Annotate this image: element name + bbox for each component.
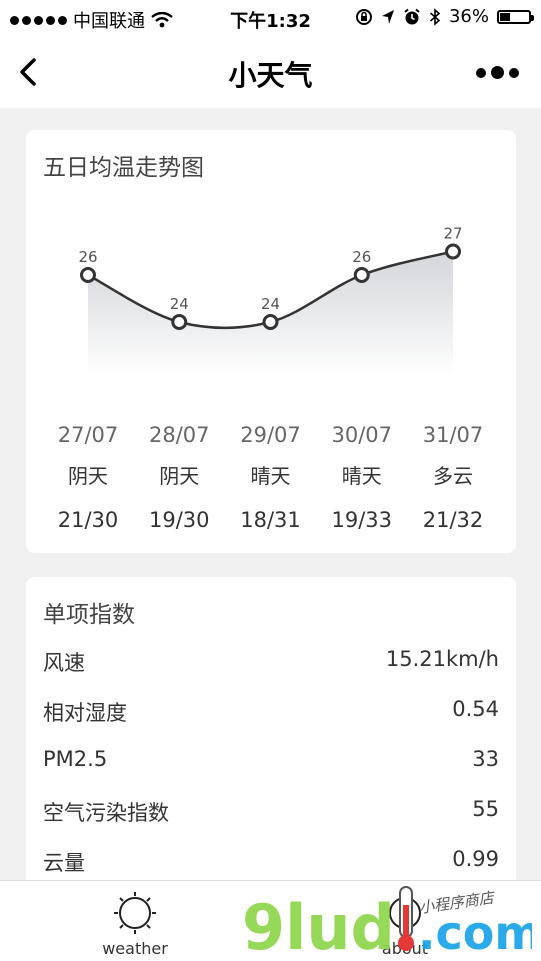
- status-bar: 中国联通 下午1:32 36%: [0, 0, 541, 36]
- temperature-trend-chart: 26 24 24 26 27 27/07 28/07 29/07 30/07 31/07 阴天 阴天 晴…: [58, 225, 484, 533]
- index-card: 单项指数 风速 15.21km/h 相对湿度 0.54 PM2.5 33 空气污…: [26, 577, 516, 897]
- index-row-humidity: 相对湿度 0.54: [43, 697, 499, 737]
- sun-icon: [114, 892, 156, 934]
- chart-data-label: 24: [261, 295, 280, 313]
- index-card-title: 单项指数: [43, 602, 135, 628]
- index-row-pm25: PM2.5 33: [43, 747, 499, 787]
- forecast-temp-range: 19/33: [331, 508, 392, 532]
- index-row-aqi: 空气污染指数 55: [43, 797, 499, 837]
- chart-tick-label-date: 31/07: [423, 423, 484, 447]
- chart-point: [80, 267, 96, 283]
- nav-bar: 小天气: [0, 36, 541, 108]
- forecast-weather-label: 阴天: [68, 464, 108, 488]
- status-right: 36%: [355, 6, 534, 27]
- chart-data-label: 24: [170, 295, 189, 313]
- chart-tick-label-date: 30/07: [331, 423, 392, 447]
- alarm-icon: [404, 8, 420, 24]
- tab-weather-label: weather: [102, 939, 168, 958]
- index-value: 55: [472, 797, 499, 821]
- index-value: 33: [472, 747, 499, 771]
- index-label: 风速: [43, 651, 85, 675]
- index-label: PM2.5: [43, 747, 108, 771]
- index-label: 空气污染指数: [43, 801, 169, 825]
- index-row-wind-speed: 风速 15.21km/h: [43, 647, 499, 687]
- chart-point: [262, 314, 279, 330]
- forecast-weather-label: 阴天: [159, 464, 199, 488]
- forecast-weather-label: 多云: [433, 464, 473, 488]
- index-label: 相对湿度: [43, 701, 127, 725]
- battery-percent: 36%: [448, 6, 489, 27]
- more-icon[interactable]: [476, 66, 519, 79]
- forecast-temp-range: 18/31: [240, 508, 301, 532]
- tab-weather[interactable]: weather: [65, 881, 205, 961]
- forecast-weather-label: 晴天: [342, 464, 382, 488]
- forecast-temp-range: 19/30: [149, 508, 210, 532]
- chart-tick-label-date: 27/07: [58, 423, 119, 447]
- page-title: 小天气: [228, 59, 313, 92]
- trend-card: 五日均温走势图 26 24 24 26 27 27/07 28/07 29/07 30/07 31…: [26, 130, 516, 553]
- chart-tick-label-date: 28/07: [149, 423, 210, 447]
- forecast-weather-label: 晴天: [251, 464, 291, 488]
- chart-point: [445, 243, 461, 260]
- watermark-logo: 9lud .com 小程序商店: [242, 886, 532, 957]
- rotation-lock-icon: [355, 8, 372, 25]
- chart-point: [353, 267, 370, 283]
- battery-icon: [497, 9, 534, 24]
- index-label: 云量: [43, 851, 85, 875]
- forecast-temp-range: 21/30: [58, 508, 119, 532]
- chart-data-label: 26: [352, 248, 371, 266]
- chart-point: [171, 314, 188, 330]
- chart-data-label: 26: [78, 248, 97, 266]
- chart-tick-label-date: 29/07: [240, 423, 301, 447]
- chart-data-label: 27: [443, 225, 462, 243]
- battery-level: [500, 12, 511, 21]
- watermark-text: 9lud: [242, 891, 395, 957]
- bluetooth-icon: [429, 7, 441, 26]
- index-value: 0.99: [452, 847, 499, 871]
- index-value: 15.21km/h: [385, 647, 499, 671]
- location-icon: [381, 9, 394, 24]
- chart-area-fill: [88, 251, 453, 375]
- forecast-temp-range: 21/32: [423, 508, 484, 532]
- index-value: 0.54: [452, 697, 499, 721]
